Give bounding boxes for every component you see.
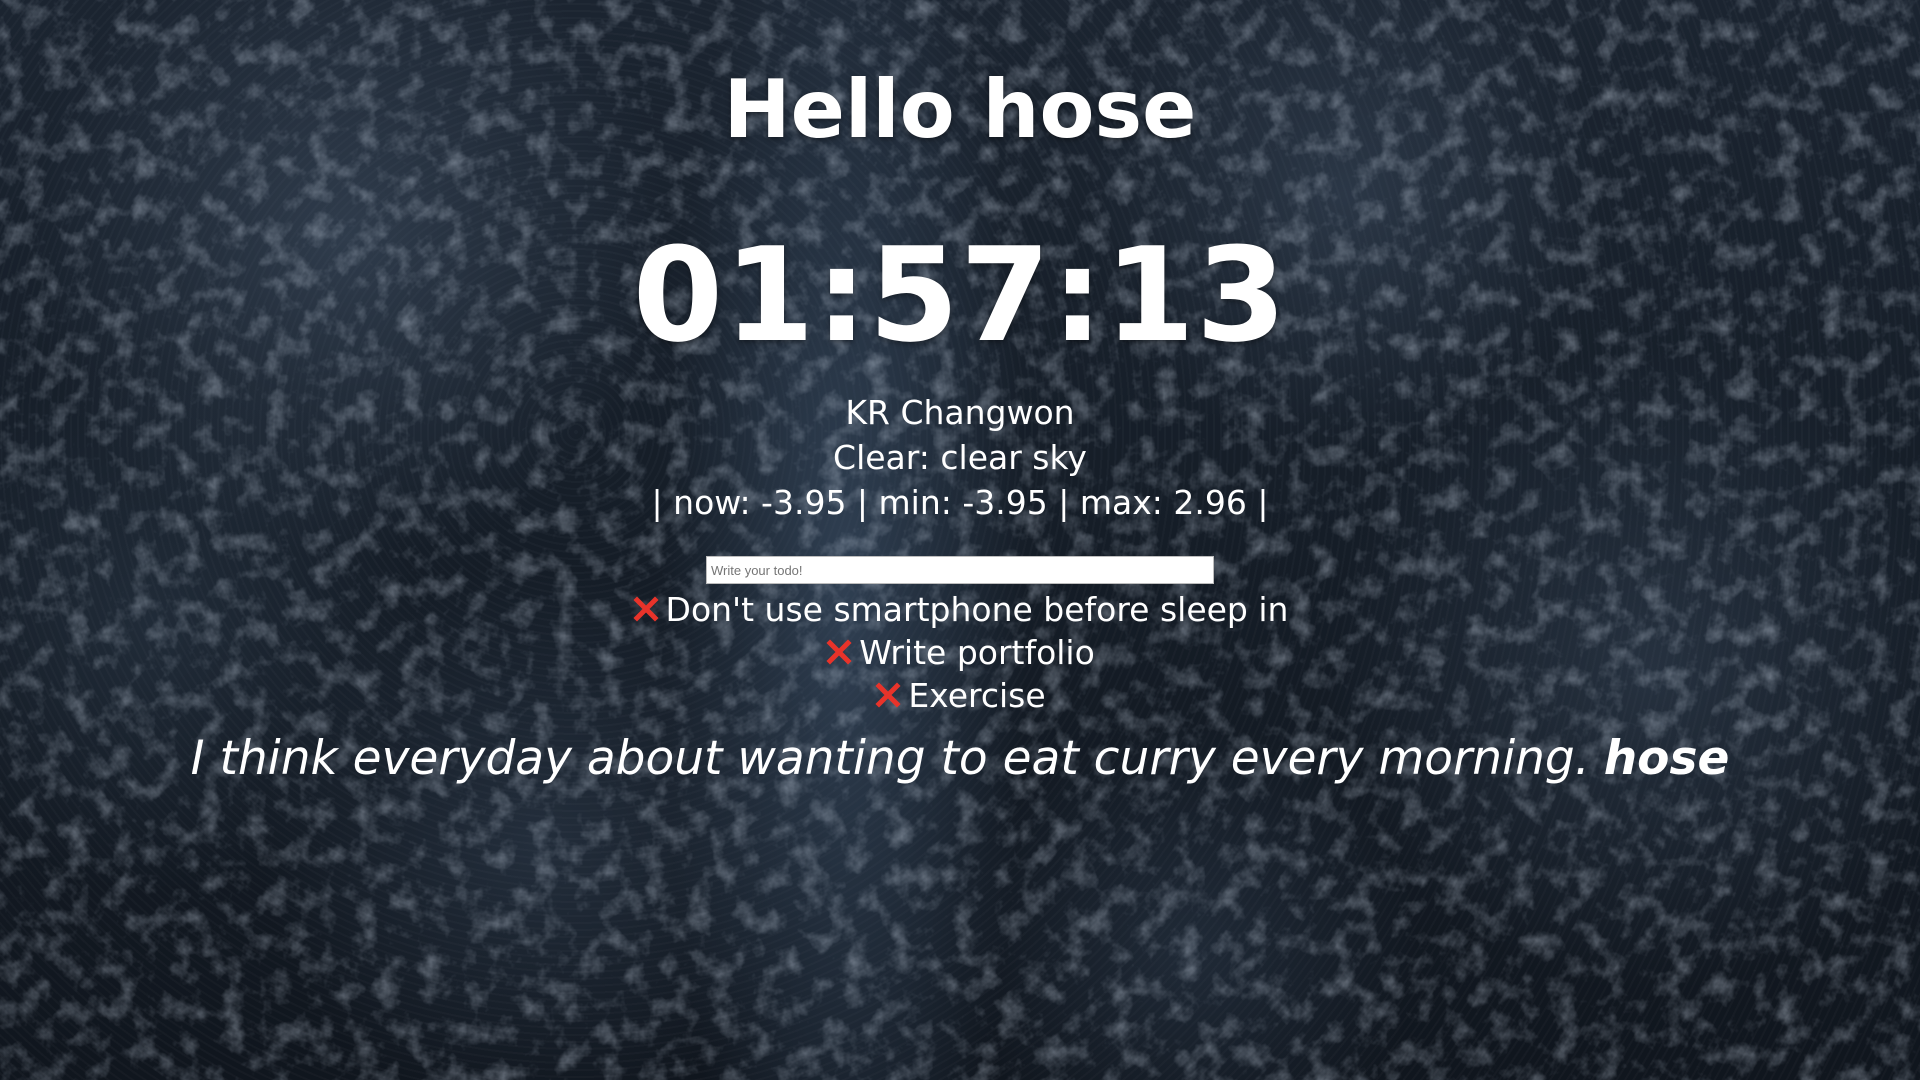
greeting-heading: Hello hose [723, 63, 1197, 156]
quote: I think everyday about wanting to eat cu… [0, 728, 1920, 790]
quote-text: I think everyday about wanting to eat cu… [190, 731, 1590, 786]
todo-item-label: Write portfolio [859, 633, 1095, 672]
cross-mark-icon [632, 595, 659, 622]
todo-item-label: Exercise [908, 676, 1046, 715]
forest-background [0, 0, 1920, 1080]
todo-list: Don't use smartphone before sleep in Wri… [0, 588, 1920, 717]
weather-condition: Clear: clear sky [833, 438, 1087, 477]
todo-item: Don't use smartphone before sleep in [0, 588, 1920, 631]
delete-todo-button[interactable] [632, 595, 660, 623]
todo-item: Write portfolio [0, 631, 1920, 674]
weather-location: KR Changwon [845, 393, 1075, 432]
delete-todo-button[interactable] [874, 681, 902, 709]
weather-panel: KR Changwon Clear: clear sky | now: -3.9… [0, 390, 1920, 525]
todo-input[interactable] [706, 556, 1214, 584]
cross-mark-icon [875, 681, 901, 708]
todo-item: Exercise [0, 674, 1920, 717]
clock: 01:57:13 [632, 219, 1288, 371]
weather-temperatures: | now: -3.95 | min: -3.95 | max: 2.96 | [651, 483, 1269, 522]
delete-todo-button[interactable] [825, 638, 853, 666]
todo-item-label: Don't use smartphone before sleep in [665, 590, 1289, 629]
cross-mark-icon [826, 638, 852, 665]
todo-form [706, 556, 1214, 584]
quote-author: hose [1603, 731, 1730, 786]
